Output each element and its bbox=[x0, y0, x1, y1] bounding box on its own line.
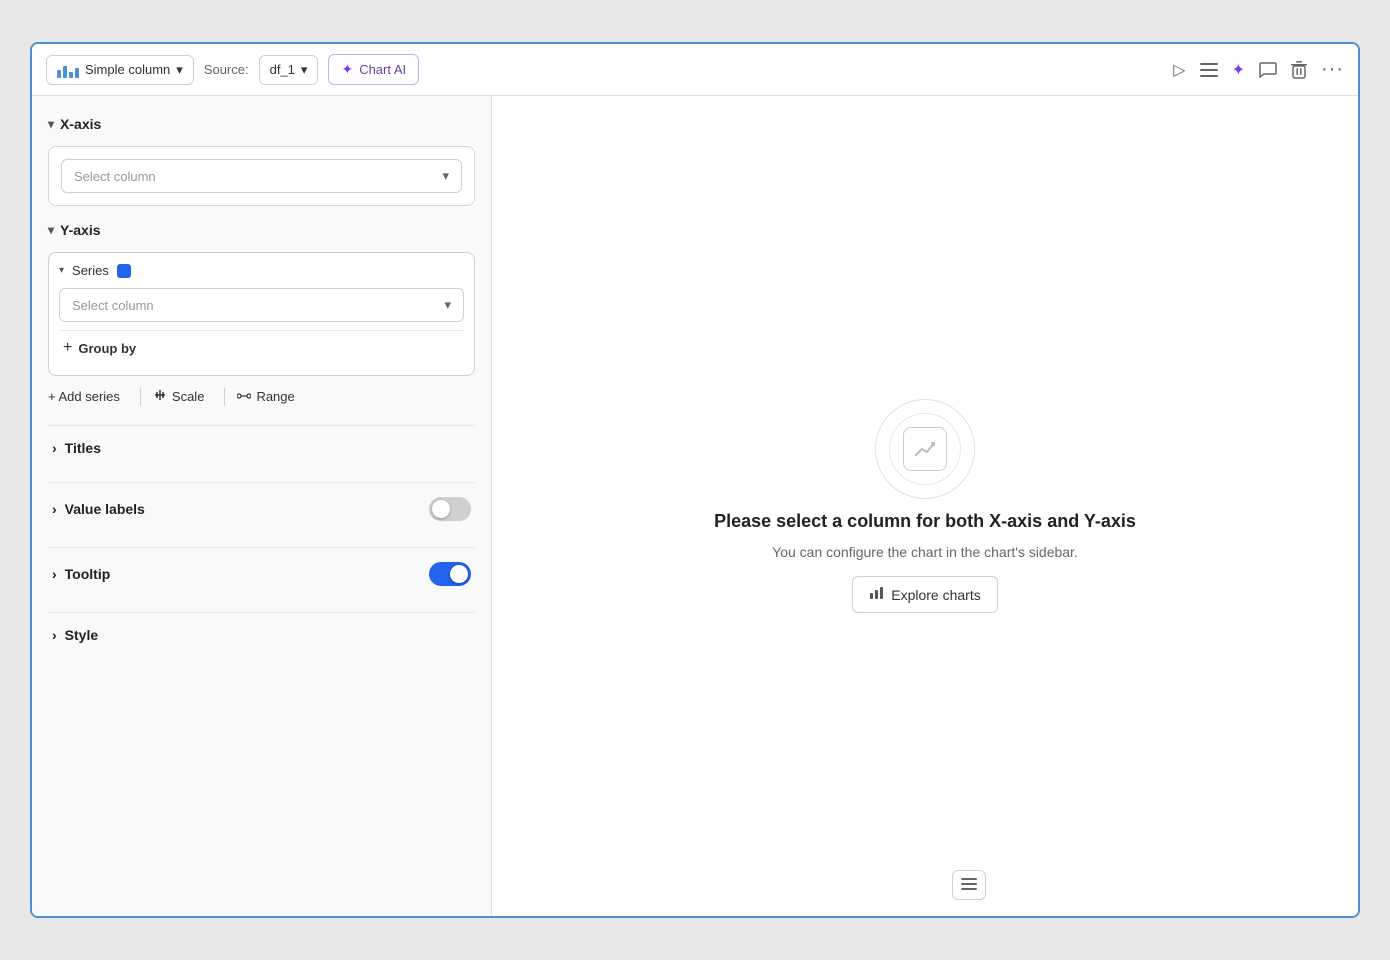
x-axis-select-chevron-icon: ▾ bbox=[442, 168, 449, 184]
main-container: Simple column ▾ Source: df_1 ▾ ✦ Chart A… bbox=[30, 42, 1360, 918]
y-axis-placeholder: Select column bbox=[72, 298, 154, 313]
x-axis-header[interactable]: ▾ X-axis bbox=[48, 112, 475, 136]
titles-chevron-icon: › bbox=[52, 440, 57, 456]
chart-ai-button[interactable]: ✦ Chart AI bbox=[328, 54, 419, 85]
style-section: › Style bbox=[48, 612, 475, 657]
series-header: ▾ Series bbox=[59, 263, 464, 278]
tooltip-toggle[interactable] bbox=[429, 562, 471, 586]
value-labels-left: › Value labels bbox=[52, 501, 145, 517]
range-icon bbox=[237, 389, 251, 404]
scale-button[interactable]: Scale bbox=[153, 384, 213, 409]
source-value: df_1 bbox=[270, 62, 295, 77]
y-axis-column-select[interactable]: Select column ▾ bbox=[59, 288, 464, 322]
x-axis-section: ▾ X-axis Select column ▾ bbox=[48, 112, 475, 206]
series-color-swatch[interactable] bbox=[117, 264, 131, 278]
sidebar-collapse-button[interactable] bbox=[952, 870, 986, 900]
series-chevron-icon: ▾ bbox=[59, 265, 64, 276]
comment-icon[interactable] bbox=[1259, 62, 1277, 78]
value-labels-header: › Value labels bbox=[52, 497, 471, 521]
style-left: › Style bbox=[52, 627, 98, 643]
series-label: Series bbox=[72, 263, 109, 278]
y-axis-section: ▾ Y-axis ▾ Series Select column ▾ bbox=[48, 218, 475, 413]
chart-type-dropdown[interactable]: Simple column ▾ bbox=[46, 55, 194, 85]
empty-icon-wrapper bbox=[875, 399, 975, 499]
y-axis-footer: + Add series Scale bbox=[48, 376, 475, 413]
source-chevron-icon: ▾ bbox=[301, 62, 308, 78]
style-chevron-icon: › bbox=[52, 627, 57, 643]
empty-state: Please select a column for both X-axis a… bbox=[714, 399, 1136, 613]
source-label: Source: bbox=[204, 62, 249, 77]
chart-type-label: Simple column bbox=[85, 62, 170, 77]
content-area: ▾ X-axis Select column ▾ ▾ Y-axis bbox=[32, 96, 1358, 916]
y-axis-select-chevron-icon: ▾ bbox=[444, 297, 451, 313]
x-axis-placeholder: Select column bbox=[74, 169, 156, 184]
bar-chart-icon bbox=[57, 62, 79, 78]
tooltip-left: › Tooltip bbox=[52, 566, 110, 582]
add-series-label: + Add series bbox=[48, 389, 120, 404]
explore-charts-label: Explore charts bbox=[891, 587, 980, 603]
x-axis-label: X-axis bbox=[60, 116, 101, 132]
y-axis-header[interactable]: ▾ Y-axis bbox=[48, 218, 475, 242]
sidebar: ▾ X-axis Select column ▾ ▾ Y-axis bbox=[32, 96, 492, 916]
group-by-plus-icon: + bbox=[63, 339, 72, 357]
list-icon[interactable] bbox=[1200, 63, 1218, 77]
chart-type-chevron-icon: ▾ bbox=[176, 62, 183, 78]
value-labels-chevron-icon: › bbox=[52, 501, 57, 517]
chart-ai-label: Chart AI bbox=[359, 62, 406, 77]
titles-section: › Titles bbox=[48, 425, 475, 470]
range-button[interactable]: Range bbox=[237, 385, 302, 408]
style-label: Style bbox=[65, 627, 98, 643]
ai-sparkle-icon[interactable]: ✦ bbox=[1232, 60, 1245, 80]
run-icon[interactable]: ▷ bbox=[1173, 60, 1185, 80]
tooltip-header: › Tooltip bbox=[52, 562, 471, 586]
delete-icon[interactable] bbox=[1291, 61, 1307, 79]
tooltip-chevron-icon: › bbox=[52, 566, 57, 582]
x-axis-chevron-icon: ▾ bbox=[48, 117, 54, 131]
titles-header[interactable]: › Titles bbox=[52, 440, 471, 456]
toolbar: Simple column ▾ Source: df_1 ▾ ✦ Chart A… bbox=[32, 44, 1358, 96]
toolbar-left: Simple column ▾ Source: df_1 ▾ ✦ Chart A… bbox=[46, 54, 419, 85]
titles-label: Titles bbox=[65, 440, 101, 456]
chart-area: Please select a column for both X-axis a… bbox=[492, 96, 1358, 916]
range-label: Range bbox=[256, 389, 294, 404]
y-axis-label: Y-axis bbox=[60, 222, 100, 238]
tooltip-section: › Tooltip bbox=[48, 547, 475, 600]
explore-charts-button[interactable]: Explore charts bbox=[852, 576, 997, 613]
scale-label: Scale bbox=[172, 389, 205, 404]
y-axis-chevron-icon: ▾ bbox=[48, 223, 54, 237]
empty-state-subtitle: You can configure the chart in the chart… bbox=[772, 544, 1078, 560]
add-series-button[interactable]: + Add series bbox=[48, 385, 128, 408]
chart-ai-sparkle-icon: ✦ bbox=[341, 61, 353, 78]
toolbar-right: ▷ ✦ bbox=[1173, 58, 1344, 81]
footer-divider bbox=[140, 388, 141, 406]
value-labels-section: › Value labels bbox=[48, 482, 475, 535]
x-axis-column-select[interactable]: Select column ▾ bbox=[61, 159, 462, 193]
explore-charts-icon bbox=[869, 585, 885, 604]
tooltip-toggle-thumb bbox=[450, 565, 468, 583]
empty-state-title: Please select a column for both X-axis a… bbox=[714, 511, 1136, 532]
footer-divider-2 bbox=[224, 388, 225, 406]
group-by-label: Group by bbox=[78, 341, 136, 356]
empty-chart-icon bbox=[903, 427, 947, 471]
group-by-button[interactable]: + Group by bbox=[59, 330, 464, 365]
y-axis-card: ▾ Series Select column ▾ + Group by bbox=[48, 252, 475, 376]
value-labels-toggle[interactable] bbox=[429, 497, 471, 521]
more-icon[interactable]: ··· bbox=[1321, 58, 1344, 81]
titles-left: › Titles bbox=[52, 440, 101, 456]
tooltip-label: Tooltip bbox=[65, 566, 111, 582]
value-labels-toggle-thumb bbox=[432, 500, 450, 518]
scale-icon bbox=[153, 388, 167, 405]
style-header[interactable]: › Style bbox=[52, 627, 471, 643]
source-dropdown[interactable]: df_1 ▾ bbox=[259, 55, 319, 85]
value-labels-label: Value labels bbox=[65, 501, 145, 517]
